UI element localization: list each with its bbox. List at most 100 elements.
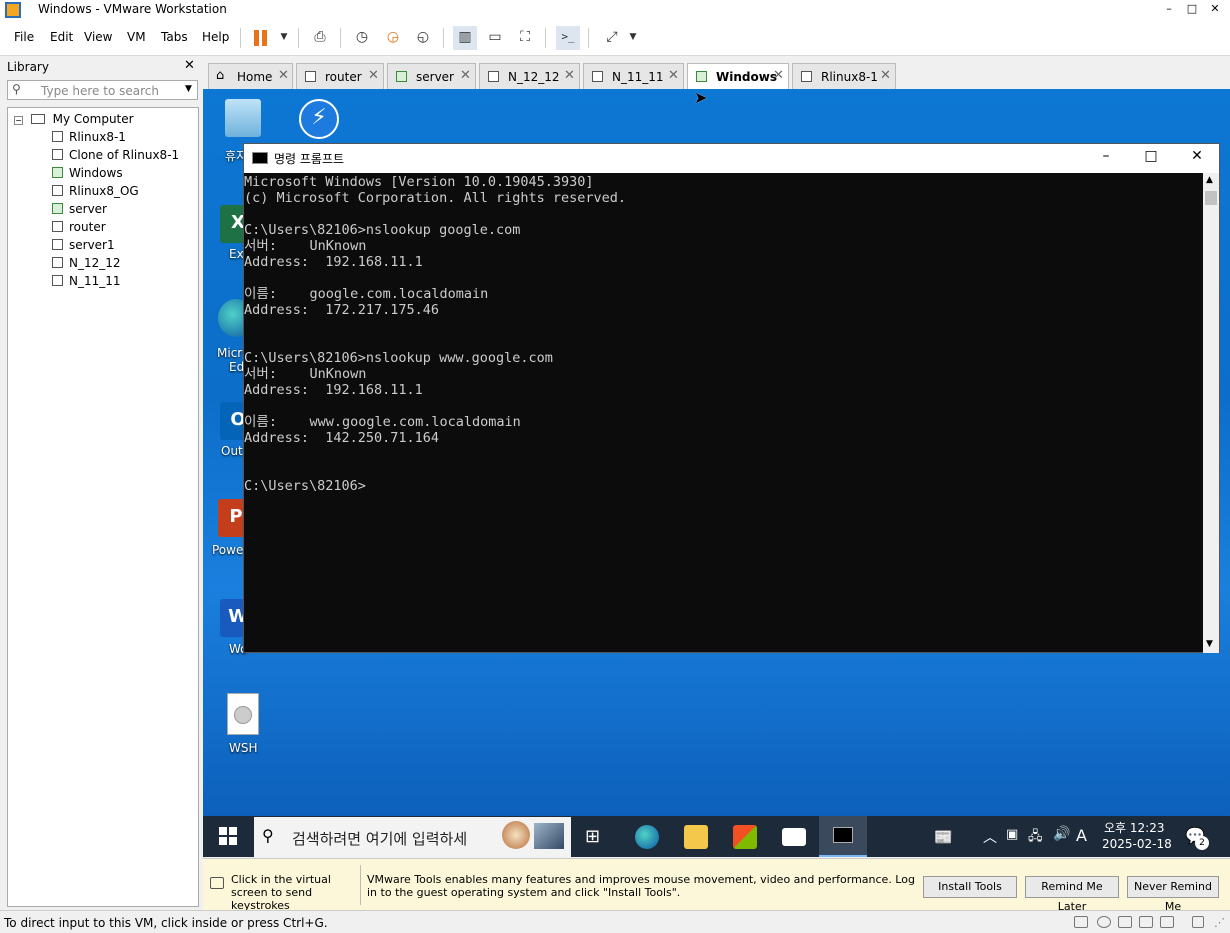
snapshot-icon[interactable]: ◷ xyxy=(350,26,374,50)
mail-icon[interactable] xyxy=(782,828,806,846)
network-icon[interactable]: 🖧 xyxy=(1028,827,1043,849)
desktop-label: WSH xyxy=(229,741,258,755)
library-search-input[interactable]: ⚲ Type here to search ▼ xyxy=(7,80,198,100)
close-button[interactable]: ✕ xyxy=(1204,0,1226,20)
search-dropdown-icon[interactable]: ▼ xyxy=(185,84,192,94)
tab-close-icon[interactable]: ✕ xyxy=(368,68,379,83)
ime-indicator[interactable]: A xyxy=(1076,826,1087,845)
pause-button[interactable] xyxy=(250,26,274,50)
menu-edit[interactable]: Edit xyxy=(50,30,73,44)
document-icon[interactable] xyxy=(227,693,259,735)
scroll-down-icon[interactable]: ▼ xyxy=(1206,639,1213,649)
tab-rlinux8-1[interactable]: Rlinux8-1 ✕ xyxy=(792,63,896,89)
cmd-icon xyxy=(252,152,268,164)
menu-file[interactable]: File xyxy=(14,30,34,44)
tab-close-icon[interactable]: ✕ xyxy=(460,68,471,83)
collapse-icon[interactable]: − xyxy=(14,116,23,125)
tree-item-n-12-12[interactable]: N_12_12 xyxy=(52,254,121,272)
vm-icon xyxy=(488,71,499,82)
clock-time[interactable]: 오후 12:23 xyxy=(1104,819,1164,836)
clock-date[interactable]: 2025-02-18 xyxy=(1102,837,1172,851)
command-prompt-window[interactable]: 명령 프롬프트 – □ ✕ Microsoft Windows [Version… xyxy=(243,143,1220,653)
library-title: Library xyxy=(7,60,49,74)
menu-view[interactable]: View xyxy=(84,30,112,44)
maximize-button[interactable]: □ xyxy=(1181,0,1203,20)
tab-close-icon[interactable]: ✕ xyxy=(564,68,575,83)
tab-close-icon[interactable]: ✕ xyxy=(880,68,891,83)
network-adapter-icon[interactable] xyxy=(1118,916,1132,928)
guest-taskbar: ⚲ 검색하려면 여기에 입력하세 ⊞ 📰 ︿ ▣ 🖧 🔊 A 오후 12:23 … xyxy=(203,816,1230,857)
console-view-icon[interactable]: >_ xyxy=(556,26,580,50)
toolbar-separator xyxy=(443,28,444,48)
meet-icon[interactable]: ▣ xyxy=(1006,827,1018,842)
edge-taskbar-icon[interactable] xyxy=(635,825,659,849)
disc-icon xyxy=(234,706,252,724)
snapshot-manager-icon[interactable]: ◵ xyxy=(411,26,435,50)
install-tools-button[interactable]: Install Tools xyxy=(923,876,1017,898)
full-screen-icon[interactable]: ⛶ xyxy=(513,26,537,50)
display-icon[interactable] xyxy=(1160,916,1174,928)
desktop-label: Out xyxy=(221,444,243,458)
show-library-icon[interactable]: ▥ xyxy=(453,26,477,50)
tab-close-icon[interactable]: ✕ xyxy=(773,68,784,83)
tab-home[interactable]: ⌂ Home ✕ xyxy=(208,63,293,89)
taskbar-search-box[interactable]: ⚲ 검색하려면 여기에 입력하세 xyxy=(254,817,571,857)
cmd-title: 명령 프롬프트 xyxy=(274,152,345,166)
cmd-close-button[interactable]: ✕ xyxy=(1182,148,1212,164)
tab-n-12-12[interactable]: N_12_12 ✕ xyxy=(479,63,580,89)
file-explorer-icon[interactable] xyxy=(684,825,708,849)
scroll-up-icon[interactable]: ▲ xyxy=(1206,175,1213,185)
minimize-button[interactable]: – xyxy=(1158,0,1180,20)
power-dropdown-icon[interactable]: ▼ xyxy=(272,26,296,50)
chevron-up-icon[interactable]: ︿ xyxy=(983,827,997,847)
stretch-dropdown-icon[interactable]: ▼ xyxy=(621,26,645,50)
cmd-taskbar-button[interactable] xyxy=(819,816,867,857)
cmd-scrollbar[interactable]: ▲ ▼ xyxy=(1203,173,1219,653)
send-ctrl-alt-del-icon[interactable]: ⎙ xyxy=(308,26,332,50)
tree-item-rlinux8-1[interactable]: Rlinux8-1 xyxy=(52,128,126,146)
sound-card-icon[interactable] xyxy=(1139,916,1153,928)
recycle-bin-icon[interactable] xyxy=(225,99,261,137)
hard-disk-icon[interactable] xyxy=(1074,916,1088,928)
tab-close-icon[interactable]: ✕ xyxy=(668,68,679,83)
tree-item-n-11-11[interactable]: N_11_11 xyxy=(52,272,121,290)
tree-item-clone-of-rlinux8-1[interactable]: Clone of Rlinux8-1 xyxy=(52,146,179,164)
cmd-console-output[interactable]: Microsoft Windows [Version 10.0.19045.39… xyxy=(244,173,1203,653)
cmd-minimize-button[interactable]: – xyxy=(1091,148,1121,164)
desktop-label: Ex xyxy=(229,247,244,261)
tree-root[interactable]: − My Computer xyxy=(14,110,134,128)
task-view-icon[interactable]: ⊞ xyxy=(585,826,600,847)
tab-close-icon[interactable]: ✕ xyxy=(278,68,289,83)
cd-rom-icon[interactable] xyxy=(1097,916,1111,928)
never-remind-me-button[interactable]: Never Remind Me xyxy=(1127,876,1219,913)
menu-vm[interactable]: VM xyxy=(127,30,146,44)
menu-help[interactable]: Help xyxy=(202,30,229,44)
revert-snapshot-icon[interactable]: ◶ xyxy=(381,26,405,50)
app-shortcut-icon[interactable]: ⚡ xyxy=(299,99,339,139)
cmd-title-bar[interactable]: 명령 프롬프트 – □ ✕ xyxy=(244,144,1219,173)
tree-item-router[interactable]: router xyxy=(52,218,106,236)
tree-item-server1[interactable]: server1 xyxy=(52,236,115,254)
tree-item-rlinux8-og[interactable]: Rlinux8_OG xyxy=(52,182,139,200)
thumbnail-bar-icon[interactable]: ▭ xyxy=(483,26,507,50)
tab-server[interactable]: server ✕ xyxy=(387,63,476,89)
windows-start-icon[interactable] xyxy=(219,827,237,845)
store-icon[interactable] xyxy=(733,825,757,849)
scroll-thumb[interactable] xyxy=(1205,191,1217,205)
tab-n-11-11[interactable]: N_11_11 ✕ xyxy=(583,63,684,89)
remind-me-later-button[interactable]: Remind Me Later xyxy=(1025,876,1119,913)
status-text: To direct input to this VM, click inside… xyxy=(4,916,328,930)
tab-strip: ⌂ Home ✕ router ✕ server ✕ N_12_12 ✕ N_1… xyxy=(203,57,1230,89)
message-log-icon[interactable] xyxy=(1192,916,1204,928)
menu-tabs[interactable]: Tabs xyxy=(161,30,188,44)
tree-item-windows[interactable]: Windows xyxy=(52,164,123,182)
tab-router[interactable]: router ✕ xyxy=(296,63,384,89)
news-icon[interactable]: 📰 xyxy=(934,828,953,846)
search-highlight-icon xyxy=(502,821,530,849)
tab-windows[interactable]: Windows ✕ xyxy=(687,63,789,89)
library-close-icon[interactable]: ✕ xyxy=(184,58,195,73)
console-line: 서버: UnKnown xyxy=(244,238,367,254)
cmd-maximize-button[interactable]: □ xyxy=(1136,148,1166,164)
volume-icon[interactable]: 🔊 xyxy=(1053,826,1070,842)
tree-item-server[interactable]: server xyxy=(52,200,107,218)
